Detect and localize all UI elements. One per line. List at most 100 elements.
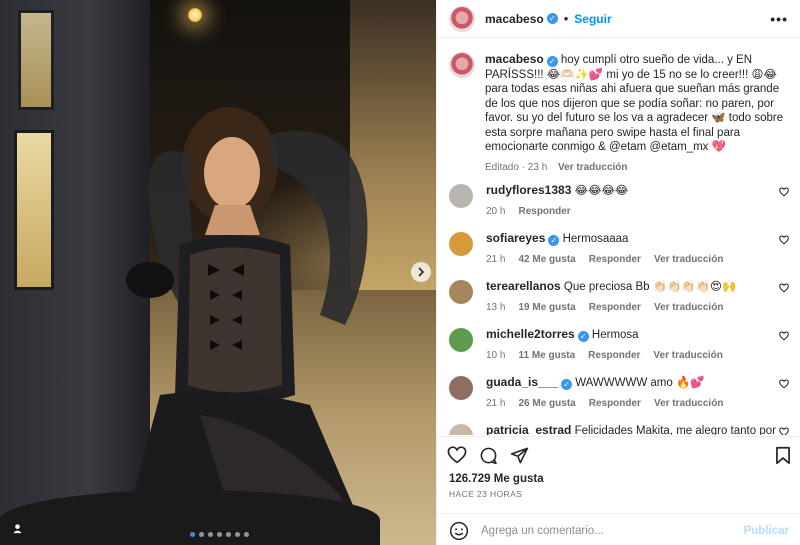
caption-username[interactable]: macabeso bbox=[485, 52, 544, 66]
comment-likes[interactable]: 19 Me gusta bbox=[518, 302, 575, 313]
post-details-panel: macabeso ✓ • Seguir ••• macabeso ✓ hoy cu… bbox=[436, 0, 800, 545]
comment-row: terearellanos Que preciosa Bb 👏🏻👏🏻👏🏻👏🏻😍🙌… bbox=[437, 279, 800, 327]
street-lamp bbox=[188, 8, 202, 22]
follow-button[interactable]: Seguir bbox=[574, 12, 611, 26]
reply-button[interactable]: Responder bbox=[589, 398, 641, 409]
comment-meta: 10 h 11 Me gusta Responder Ver traducción bbox=[486, 350, 779, 361]
comment-meta: 20 h Responder bbox=[486, 206, 779, 217]
translate-link[interactable]: Ver traducción bbox=[654, 302, 723, 313]
caption: macabeso ✓ hoy cumplí otro sueño de vida.… bbox=[437, 38, 800, 183]
comment-username[interactable]: sofiareyes bbox=[486, 231, 545, 245]
carousel-dot bbox=[208, 532, 213, 537]
comment-likes[interactable]: 42 Me gusta bbox=[518, 254, 575, 265]
post-photo[interactable] bbox=[0, 0, 436, 545]
user-icon bbox=[12, 523, 22, 533]
window bbox=[14, 130, 54, 290]
comment-like-heart-icon[interactable] bbox=[779, 187, 789, 197]
comment-likes[interactable]: 26 Me gusta bbox=[518, 398, 575, 409]
separator: • bbox=[563, 11, 569, 26]
reply-button[interactable]: Responder bbox=[588, 350, 640, 361]
comment-meta: 21 h 26 Me gusta Responder Ver traducción bbox=[486, 398, 779, 409]
action-icons bbox=[437, 437, 800, 473]
bookmark-icon[interactable] bbox=[775, 446, 791, 465]
comment-username[interactable]: terearellanos bbox=[486, 279, 561, 293]
emoji-icon[interactable] bbox=[449, 521, 469, 541]
caption-translate-link[interactable]: Ver traducción bbox=[558, 162, 627, 173]
carousel-dot bbox=[244, 532, 249, 537]
reply-button[interactable]: Responder bbox=[589, 302, 641, 313]
caption-meta: Editado · 23 h Ver traducción bbox=[485, 161, 789, 176]
comment-text: 😂😂😂😂 bbox=[574, 185, 629, 197]
caption-text: hoy cumplí otro sueño de vida... y EN PA… bbox=[485, 54, 784, 153]
caption-edited-time: Editado · 23 h bbox=[485, 161, 548, 173]
avatar[interactable] bbox=[449, 232, 473, 256]
comment-like-heart-icon[interactable] bbox=[779, 379, 789, 389]
comment-likes[interactable]: 11 Me gusta bbox=[518, 350, 575, 361]
publish-button[interactable]: Publicar bbox=[744, 525, 789, 537]
comment-text-line: michelle2torres ✓ Hermosa bbox=[486, 327, 779, 342]
avatar[interactable] bbox=[449, 52, 475, 78]
comment-body: terearellanos Que preciosa Bb 👏🏻👏🏻👏🏻👏🏻😍🙌… bbox=[486, 279, 779, 313]
carousel-indicator bbox=[190, 532, 249, 537]
translate-link[interactable]: Ver traducción bbox=[654, 254, 723, 265]
avatar[interactable] bbox=[449, 424, 473, 435]
comment-body: michelle2torres ✓ Hermosa 10 h 11 Me gusta R… bbox=[486, 327, 779, 361]
caption-body: macabeso ✓ hoy cumplí otro sueño de vida.… bbox=[485, 52, 789, 175]
translate-link[interactable]: Ver traducción bbox=[653, 350, 722, 361]
reply-button[interactable]: Responder bbox=[589, 254, 641, 265]
comment-icon[interactable] bbox=[479, 446, 498, 465]
likes-count[interactable]: 126.729 Me gusta bbox=[437, 473, 800, 485]
next-photo-button[interactable] bbox=[411, 262, 431, 282]
comment-text-line: terearellanos Que preciosa Bb 👏🏻👏🏻👏🏻👏🏻😍🙌 bbox=[486, 279, 779, 294]
comment-time: 20 h bbox=[486, 206, 506, 217]
verified-badge-icon: ✓ bbox=[548, 235, 560, 246]
comments-list: rudyflores1383 😂😂😂😂 20 h Responder sofiarey… bbox=[437, 183, 800, 435]
reply-button[interactable]: Responder bbox=[518, 206, 570, 217]
comment-body: guada_is___ ✓ WAWWWWW amo 🔥💕 21 h 26 Me gus… bbox=[486, 375, 779, 409]
avatar[interactable] bbox=[449, 280, 473, 304]
chevron-right-icon bbox=[418, 267, 425, 277]
comment-time: 21 h bbox=[486, 254, 506, 265]
comment-text: Hermosa bbox=[591, 329, 639, 341]
carousel-dot bbox=[217, 532, 222, 537]
comment-time: 10 h bbox=[486, 350, 506, 361]
avatar[interactable] bbox=[449, 184, 473, 208]
comment-username[interactable]: guada_is___ bbox=[486, 375, 558, 389]
comment-meta: 21 h 42 Me gusta Responder Ver traducción bbox=[486, 254, 779, 265]
comment-like-heart-icon[interactable] bbox=[779, 331, 789, 341]
comment-time: 21 h bbox=[486, 398, 506, 409]
translate-link[interactable]: Ver traducción bbox=[654, 398, 723, 409]
comments-scroll[interactable]: macabeso ✓ hoy cumplí otro sueño de vida.… bbox=[437, 38, 800, 435]
carousel-dot bbox=[190, 532, 195, 537]
post-time: HACE 23 HORAS bbox=[449, 489, 523, 499]
carousel-dot bbox=[235, 532, 240, 537]
comment-text: Que preciosa Bb 👏🏻👏🏻👏🏻👏🏻😍🙌 bbox=[563, 281, 737, 293]
comment-like-heart-icon[interactable] bbox=[779, 283, 789, 293]
comment-input[interactable] bbox=[481, 524, 744, 537]
carousel-dot bbox=[199, 532, 204, 537]
post-actions: 126.729 Me gusta HACE 23 HORAS Publicar bbox=[437, 436, 800, 545]
heart-icon[interactable] bbox=[447, 446, 467, 464]
verified-badge-icon: ✓ bbox=[561, 379, 573, 390]
comment-like-heart-icon[interactable] bbox=[779, 235, 789, 245]
tagged-users-button[interactable] bbox=[7, 518, 27, 538]
comment-like-heart-icon[interactable] bbox=[779, 427, 789, 435]
comment-username[interactable]: michelle2torres bbox=[486, 327, 575, 341]
carousel-dot bbox=[226, 532, 231, 537]
avatar[interactable] bbox=[449, 328, 473, 352]
add-comment-bar: Publicar bbox=[437, 513, 800, 545]
comment-row: patricia_estrad Felicidades Makita, me a… bbox=[437, 423, 800, 435]
comment-time: 13 h bbox=[486, 302, 506, 313]
comment-text-line: sofiareyes ✓ Hermosaaaa bbox=[486, 231, 779, 246]
post-username[interactable]: macabeso bbox=[485, 12, 544, 26]
comment-username[interactable]: patricia_estrad bbox=[486, 423, 571, 435]
avatar[interactable] bbox=[449, 5, 475, 32]
more-options-button[interactable]: ••• bbox=[770, 11, 788, 27]
avatar[interactable] bbox=[449, 376, 473, 400]
comment-text: WAWWWWW amo 🔥💕 bbox=[575, 377, 705, 389]
comment-body: patricia_estrad Felicidades Makita, me a… bbox=[486, 423, 779, 435]
comment-row: guada_is___ ✓ WAWWWWW amo 🔥💕 21 h 26 Me gus… bbox=[437, 375, 800, 423]
comment-username[interactable]: rudyflores1383 bbox=[486, 183, 571, 197]
comment-text: Hermosaaaa bbox=[562, 233, 629, 245]
share-icon[interactable] bbox=[510, 446, 529, 465]
